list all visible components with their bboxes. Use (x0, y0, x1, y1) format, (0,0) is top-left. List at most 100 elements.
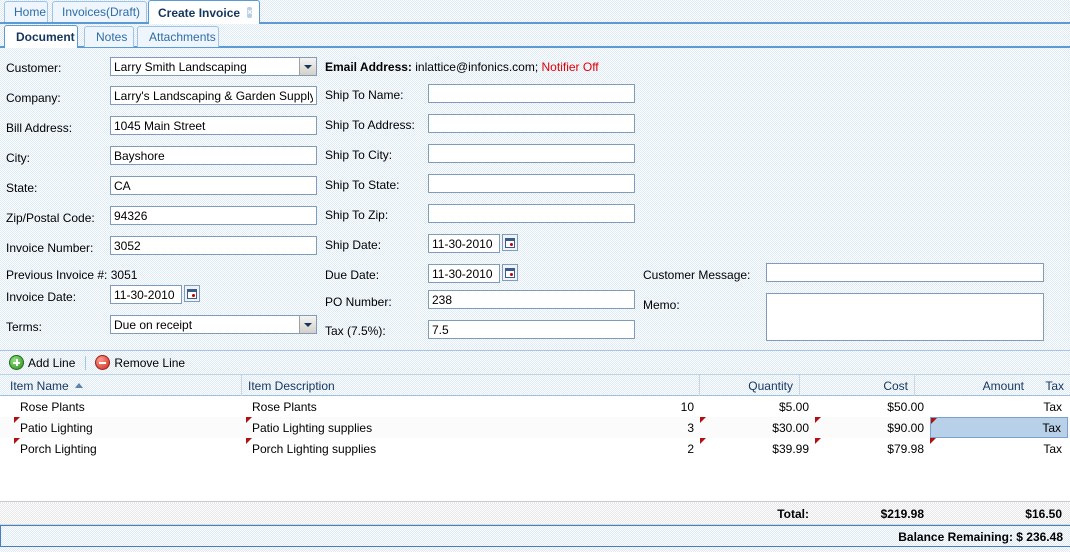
customer-message-field[interactable] (766, 263, 1044, 282)
tax-rate-field[interactable] (428, 320, 635, 339)
ship-to-state-field[interactable] (428, 174, 635, 193)
column-header-item-name-label: Item Name (10, 378, 69, 393)
ship-to-city-field[interactable] (428, 144, 635, 163)
due-date-field[interactable] (428, 264, 500, 283)
column-header-item-name[interactable]: Item Name (4, 375, 242, 396)
cell-amount[interactable]: $90.00 (815, 417, 930, 438)
memo-label: Memo: (643, 298, 680, 312)
cell-quantity[interactable]: 10 (600, 396, 700, 417)
zip-field[interactable] (110, 206, 317, 225)
cell-amount[interactable]: $79.98 (815, 438, 930, 459)
add-circle-icon (9, 355, 24, 370)
column-header-tax[interactable]: Tax (930, 375, 1070, 396)
memo-field[interactable] (766, 293, 1044, 341)
column-header-cost[interactable]: Cost (800, 375, 915, 396)
ship-to-name-field[interactable] (428, 84, 635, 103)
ship-to-address-label: Ship To Address: (325, 118, 415, 132)
chevron-down-icon[interactable] (299, 316, 316, 333)
cell-amount-text: $79.98 (887, 441, 924, 456)
cell-item-name[interactable]: Porch Lighting (14, 438, 242, 459)
ship-to-zip-label: Ship To Zip: (325, 208, 389, 222)
cell-amount[interactable]: $50.00 (815, 396, 930, 417)
grid-header-row: Item Name Item Description Quantity Cost… (0, 374, 1070, 396)
unsaved-change-marker-icon (700, 438, 706, 444)
unsaved-change-marker-icon (14, 438, 20, 444)
browser-tab-strip: Home Invoices(Draft) Create Invoice × (0, 0, 1070, 24)
tab-home[interactable]: Home (4, 1, 48, 22)
cell-tax[interactable]: Tax (930, 438, 1068, 459)
table-row[interactable]: Porch Lighting Porch Lighting supplies 2… (0, 438, 1070, 459)
chevron-down-icon[interactable] (299, 58, 316, 75)
ship-to-name-label: Ship To Name: (325, 88, 404, 102)
ship-date-calendar-icon[interactable] (502, 234, 518, 251)
bill-address-field[interactable] (110, 116, 317, 135)
tab-invoices-draft-label: Invoices(Draft) (62, 5, 141, 19)
po-number-field[interactable] (428, 290, 635, 309)
invoice-number-label: Invoice Number: (6, 241, 94, 255)
cell-tax[interactable]: Tax (930, 396, 1068, 417)
customer-select[interactable]: Larry Smith Landscaping (110, 57, 317, 76)
tab-notes[interactable]: Notes (84, 26, 134, 47)
column-header-quantity[interactable]: Quantity (700, 375, 800, 396)
customer-label: Customer: (6, 61, 62, 75)
cell-cost[interactable]: $39.99 (700, 438, 815, 459)
ship-date-label: Ship Date: (325, 238, 382, 252)
tab-create-invoice[interactable]: Create Invoice × (148, 0, 260, 24)
table-row[interactable]: Rose Plants Rose Plants 10 $5.00 $50.00 … (0, 396, 1070, 417)
due-date-calendar-icon[interactable] (502, 264, 518, 281)
invoice-number-field[interactable] (110, 236, 317, 255)
toolbar-divider (85, 355, 87, 370)
company-field[interactable] (110, 86, 317, 105)
customer-select-value: Larry Smith Landscaping (114, 59, 247, 74)
tab-notes-label: Notes (96, 30, 128, 44)
line-items-grid: Item Name Item Description Quantity Cost… (0, 374, 1070, 552)
cell-quantity[interactable]: 3 (600, 417, 700, 438)
bill-address-label: Bill Address: (6, 121, 73, 135)
cell-cost[interactable]: $5.00 (700, 396, 815, 417)
cell-cost[interactable]: $30.00 (700, 417, 815, 438)
tab-document[interactable]: Document (4, 25, 78, 48)
tab-attachments[interactable]: Attachments (137, 26, 219, 47)
cell-item-name[interactable]: Rose Plants (14, 396, 242, 417)
unsaved-change-marker-icon (700, 417, 706, 423)
terms-select[interactable]: Due on receipt (110, 315, 317, 334)
ship-date-field[interactable] (428, 234, 500, 253)
column-header-quantity-label: Quantity (748, 378, 793, 393)
column-header-tax-label: Tax (1045, 378, 1064, 393)
city-field[interactable] (110, 146, 317, 165)
invoice-date-calendar-icon[interactable] (184, 285, 200, 302)
cell-item-name[interactable]: Patio Lighting (14, 417, 242, 438)
cell-tax[interactable]: Tax (930, 417, 1068, 438)
sort-ascending-icon (74, 383, 83, 388)
zip-label: Zip/Postal Code: (6, 211, 95, 225)
total-amount: $219.98 (880, 506, 924, 521)
cell-quantity[interactable]: 2 (600, 438, 700, 459)
balance-remaining-row: Balance Remaining: $ 236.48 (0, 525, 1070, 547)
tab-home-label: Home (14, 5, 47, 19)
state-field[interactable] (110, 176, 317, 195)
grid-total-row: Total: $219.98 $16.50 (0, 503, 1070, 525)
city-label: City: (6, 151, 30, 165)
grid-toolbar: Add Line Remove Line (0, 350, 1070, 374)
tab-invoices-draft[interactable]: Invoices(Draft) (52, 1, 147, 22)
email-address-line: Email Address: inlattice@infonics.com; N… (325, 60, 599, 74)
close-icon[interactable]: × (247, 7, 253, 18)
cell-item-name-text: Porch Lighting (20, 441, 97, 456)
column-header-item-description[interactable]: Item Description (242, 375, 700, 396)
ship-to-state-label: Ship To State: (325, 178, 400, 192)
invoice-date-field[interactable] (110, 285, 182, 304)
email-address-label: Email Address: (325, 60, 412, 74)
ship-to-address-field[interactable] (428, 114, 635, 133)
table-row[interactable]: Patio Lighting Patio Lighting supplies 3… (0, 417, 1070, 438)
ship-to-zip-field[interactable] (428, 204, 635, 223)
remove-line-button[interactable]: Remove Line (95, 355, 195, 370)
previous-invoice-text: Previous Invoice #: 3051 (6, 268, 138, 282)
invoice-date-label: Invoice Date: (6, 290, 77, 304)
add-line-label: Add Line (28, 355, 76, 370)
add-line-button[interactable]: Add Line (9, 355, 85, 370)
email-address-value: inlattice@infonics.com; (415, 60, 539, 74)
unsaved-change-marker-icon (931, 418, 937, 424)
cell-cost-text: $30.00 (772, 420, 809, 435)
state-label: State: (6, 181, 38, 195)
due-date-label: Due Date: (325, 268, 380, 282)
